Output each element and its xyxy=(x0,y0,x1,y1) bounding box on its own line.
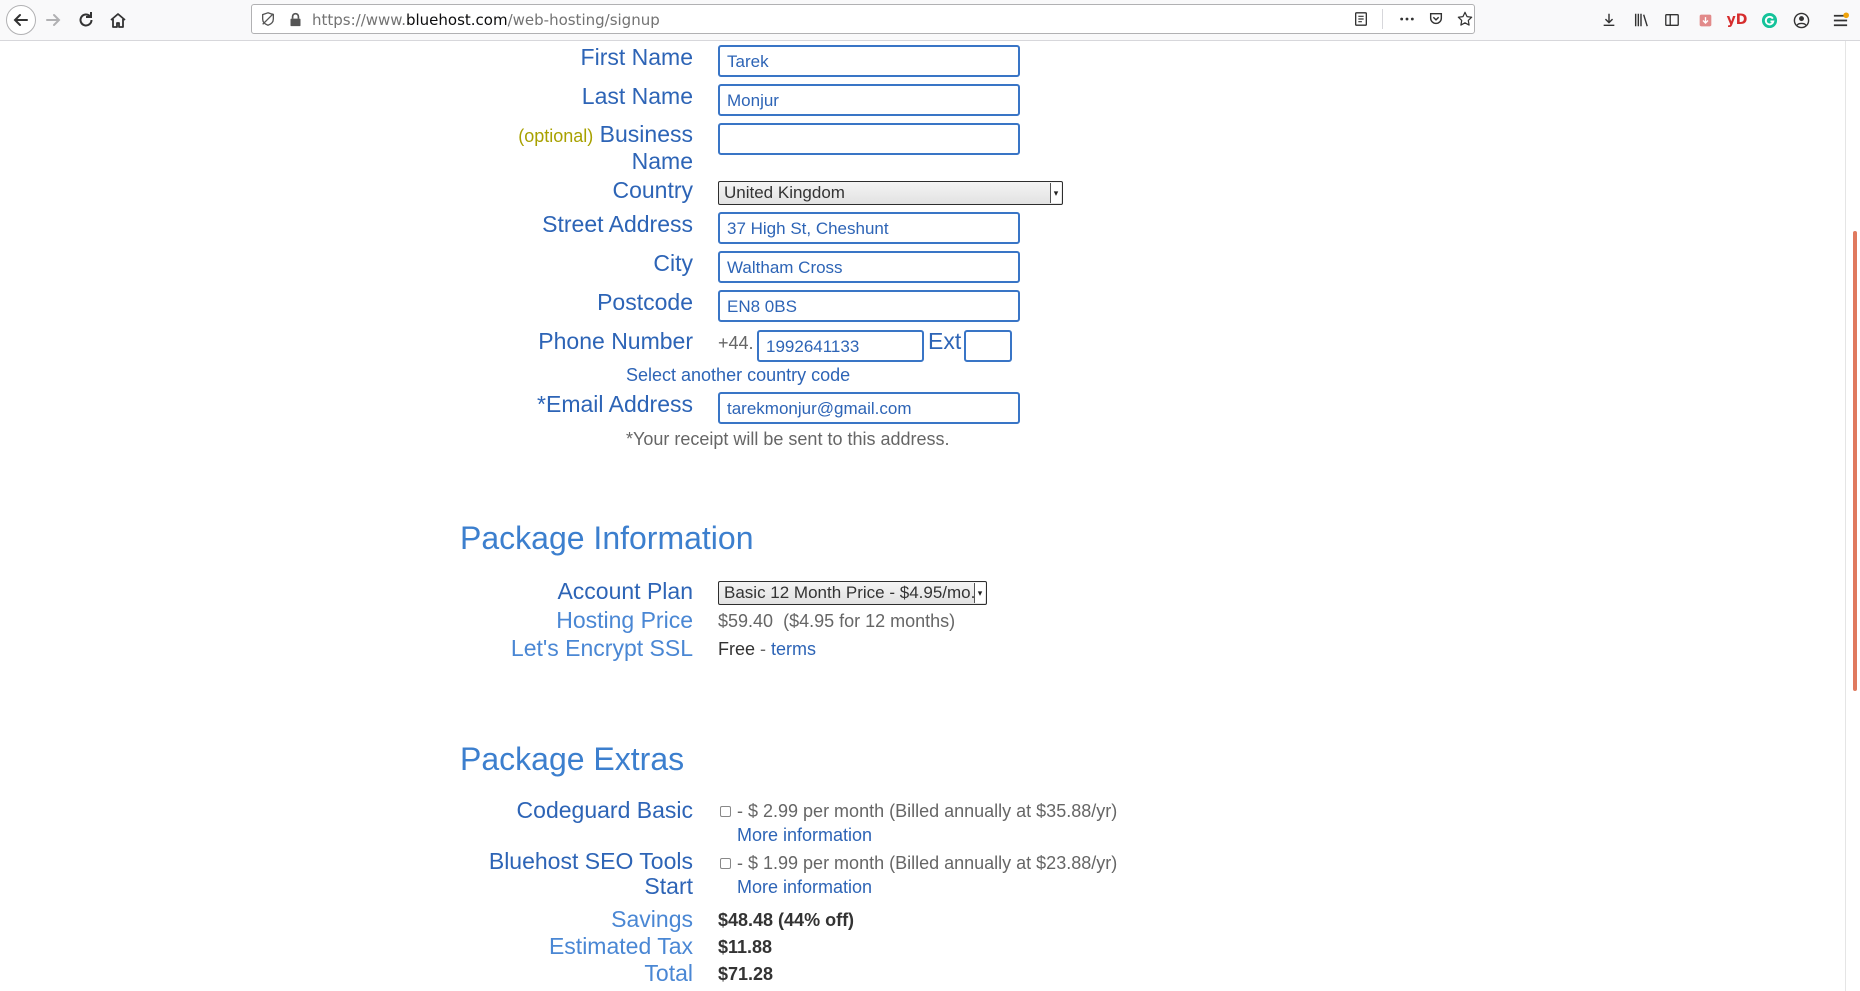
reader-view-icon[interactable] xyxy=(1352,10,1370,28)
hosting-price-label: Hosting Price xyxy=(556,607,693,633)
more-actions-icon[interactable] xyxy=(1398,10,1416,28)
country-select-value: United Kingdom xyxy=(724,183,845,202)
city-label: City xyxy=(653,250,693,276)
package-extras-heading: Package Extras xyxy=(460,741,685,777)
forward-button[interactable] xyxy=(38,5,68,35)
postcode-input[interactable]: EN8 0BS xyxy=(718,290,1020,322)
codeguard-checkbox[interactable] xyxy=(720,806,731,817)
back-button[interactable] xyxy=(6,5,36,35)
phone-number-label: Phone Number xyxy=(538,328,693,354)
scrollbar-thumb[interactable] xyxy=(1853,231,1857,691)
select-country-code-link[interactable]: Select another country code xyxy=(626,365,850,386)
total-value: $71.28 xyxy=(718,964,774,984)
street-address-input[interactable]: 37 High St, Cheshunt xyxy=(718,212,1020,244)
postcode-label: Postcode xyxy=(597,289,693,315)
account-plan-label: Account Plan xyxy=(557,578,693,604)
hosting-price-detail: ($4.95 for 12 months) xyxy=(783,611,956,631)
first-name-input[interactable]: Tarek xyxy=(718,45,1020,77)
phone-ext-input[interactable] xyxy=(964,330,1012,362)
home-button[interactable] xyxy=(103,5,133,35)
url-text[interactable]: https://www.bluehost.com/web-hosting/sig… xyxy=(312,11,660,29)
home-icon xyxy=(110,13,126,28)
codeguard-label: Codeguard Basic xyxy=(516,797,693,823)
savings-label: Savings xyxy=(611,906,693,932)
grammarly-icon[interactable] xyxy=(1758,9,1780,31)
url-domain: bluehost.com xyxy=(405,11,508,29)
hosting-price-amount: $59.40 xyxy=(718,611,774,631)
seo-tools-label-line1: Bluehost SEO Tools xyxy=(488,848,693,874)
hosting-price-value: $59.40 ($4.95 for 12 months) xyxy=(718,611,955,632)
menu-icon[interactable] xyxy=(1829,9,1851,31)
extension-icon[interactable] xyxy=(1694,9,1716,31)
dropdown-arrow-icon: ▾ xyxy=(974,583,985,603)
reload-icon xyxy=(79,12,93,27)
last-name-label: Last Name xyxy=(581,83,693,109)
ssl-value: Free - terms xyxy=(718,639,816,660)
city-input[interactable]: Waltham Cross xyxy=(718,251,1020,283)
browser-toolbar: https://www.bluehost.com/web-hosting/sig… xyxy=(0,0,1860,41)
address-bar[interactable]: https://www.bluehost.com/web-hosting/sig… xyxy=(251,4,1475,34)
url-path: /web-hosting/signup xyxy=(507,11,660,29)
seo-tools-checkbox[interactable] xyxy=(720,858,731,869)
url-divider xyxy=(1382,9,1383,29)
phone-ext-label: Ext xyxy=(928,328,962,354)
email-label: *Email Address xyxy=(537,391,693,417)
dropdown-arrow-icon: ▾ xyxy=(1050,183,1061,203)
account-icon[interactable] xyxy=(1790,9,1812,31)
estimated-tax-label: Estimated Tax xyxy=(548,933,693,959)
signup-page: First Name Tarek Last Name Monjur (optio… xyxy=(0,41,1860,991)
codeguard-more-info-link[interactable]: More information xyxy=(737,825,872,846)
yd-extension-icon[interactable]: yD xyxy=(1726,9,1748,31)
business-name-label: (optional) Business Name xyxy=(518,122,693,174)
seo-tools-more-info-link[interactable]: More information xyxy=(737,877,872,898)
forward-icon xyxy=(46,14,61,26)
ssl-terms-link[interactable]: terms xyxy=(771,639,816,659)
ssl-separator: - xyxy=(760,639,767,659)
phone-country-prefix: +44. xyxy=(718,333,754,353)
seo-tools-price-text: - $ 1.99 per month (Billed annually at $… xyxy=(737,853,1118,873)
first-name-label: First Name xyxy=(580,44,693,70)
url-scheme: https://www. xyxy=(312,11,406,29)
business-name-label-line1: Business xyxy=(599,121,693,147)
back-icon xyxy=(6,5,36,35)
last-name-input[interactable]: Monjur xyxy=(718,84,1020,116)
savings-value: $48.48 (44% off) xyxy=(718,910,855,930)
account-plan-select[interactable]: Basic 12 Month Price - $4.95/mo. ▾ xyxy=(718,581,987,605)
package-information-heading: Package Information xyxy=(460,520,754,556)
page-scrollbar[interactable] xyxy=(1845,41,1860,991)
seo-tools-label-line2: Start xyxy=(644,873,693,899)
library-icon[interactable] xyxy=(1630,9,1652,31)
ssl-label: Let's Encrypt SSL xyxy=(510,635,693,661)
optional-tag: (optional) xyxy=(518,126,594,146)
estimated-tax-value: $11.88 xyxy=(718,937,773,957)
codeguard-price-text: - $ 2.99 per month (Billed annually at $… xyxy=(737,801,1118,821)
phone-number-input[interactable]: 1992641133 xyxy=(757,330,924,362)
total-label: Total xyxy=(644,960,693,986)
account-plan-select-value: Basic 12 Month Price - $4.95/mo. xyxy=(724,583,976,602)
receipt-note: *Your receipt will be sent to this addre… xyxy=(626,429,950,449)
business-name-input[interactable] xyxy=(718,123,1020,155)
sidebar-icon[interactable] xyxy=(1661,9,1683,31)
lock-icon[interactable] xyxy=(286,10,304,28)
bookmark-star-icon[interactable] xyxy=(1456,10,1474,28)
seo-tools-label: Bluehost SEO Tools Start xyxy=(489,849,693,899)
email-input[interactable]: tarekmonjur@gmail.com xyxy=(718,392,1020,424)
pocket-icon[interactable] xyxy=(1427,10,1445,28)
country-select[interactable]: United Kingdom ▾ xyxy=(718,181,1063,205)
ssl-free-text: Free xyxy=(718,639,756,659)
street-address-label: Street Address xyxy=(542,211,693,237)
tracking-protection-icon[interactable] xyxy=(259,10,277,28)
reload-button[interactable] xyxy=(71,5,101,35)
country-label: Country xyxy=(612,177,693,203)
download-icon[interactable] xyxy=(1598,9,1620,31)
business-name-label-line2: Name xyxy=(631,148,693,174)
